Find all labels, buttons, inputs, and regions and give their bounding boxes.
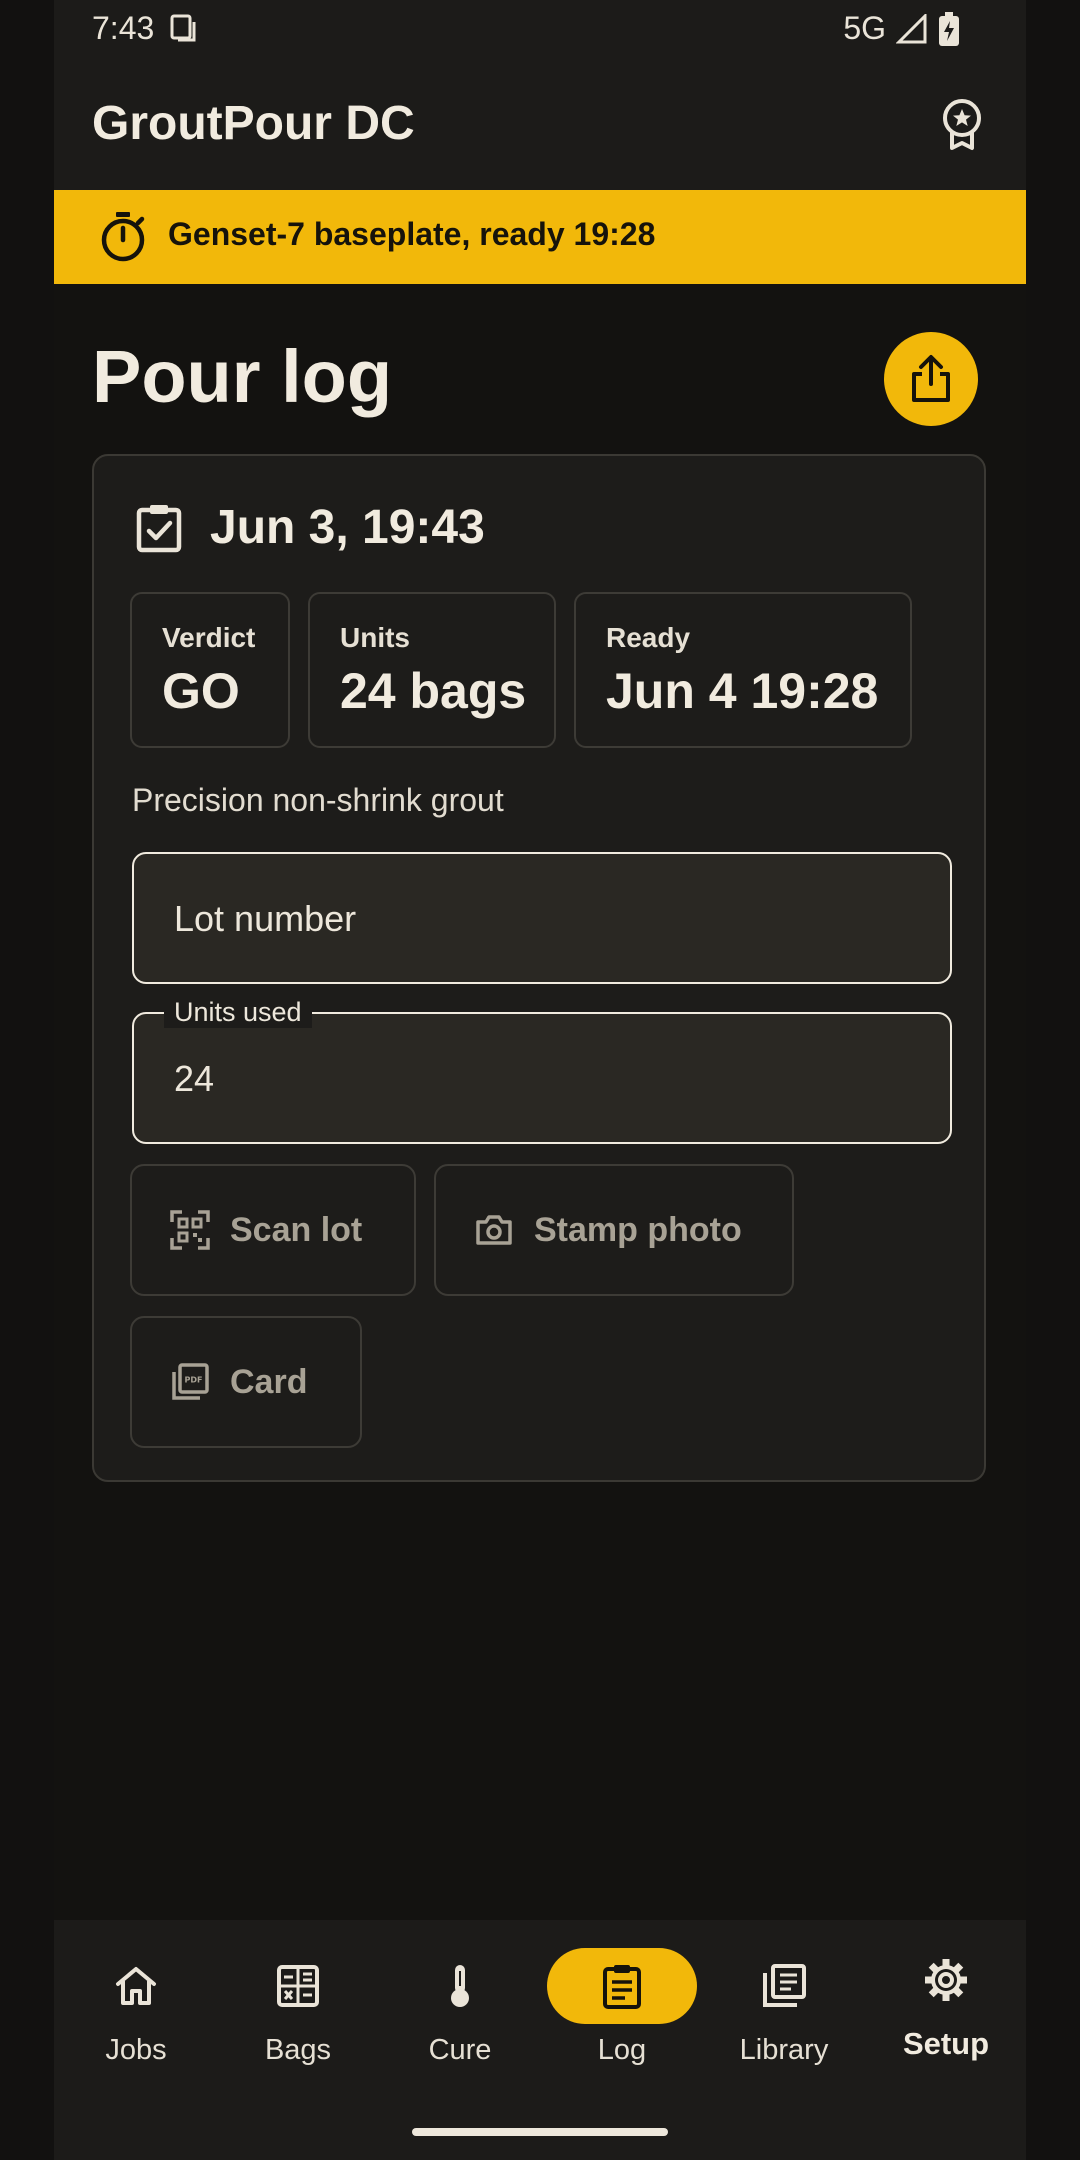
status-time: 7:43	[92, 10, 155, 46]
app-title: GroutPour DC	[92, 97, 415, 150]
library-icon	[763, 1964, 806, 2007]
nav-icon-container	[223, 1948, 373, 2024]
nav-item-log[interactable]: Log	[542, 1920, 702, 2120]
nav-icon-container	[709, 1948, 859, 2024]
camera-icon	[476, 1215, 512, 1245]
lot-number-field[interactable]: Lot number	[132, 852, 952, 984]
nav-label: Library	[739, 2034, 829, 2066]
units-used-field[interactable]: Units used 24	[132, 996, 952, 1144]
nav-icon-container	[871, 1942, 1021, 2018]
units-chip: Units 24 bags	[308, 592, 556, 748]
nav-label: Bags	[264, 2034, 332, 2066]
pour-log-entry-card: Jun 3, 19:43 Verdict GO Units 24 bags Re…	[92, 454, 986, 1482]
award-icon[interactable]	[934, 96, 990, 152]
banner-text: Genset-7 baseplate, ready 19:28	[168, 216, 656, 252]
chip-label: Units	[340, 622, 410, 653]
svg-text:PDF: PDF	[185, 1376, 203, 1385]
signal-icon	[896, 13, 927, 43]
card-label: Card	[230, 1362, 308, 1401]
stamp-photo-button[interactable]: Stamp photo	[434, 1164, 794, 1296]
status-indicators: 5G	[843, 10, 960, 47]
timer-icon	[101, 212, 145, 262]
thermometer-icon	[451, 1965, 469, 2007]
entry-date-row: Jun 3, 19:43	[134, 500, 485, 555]
chip-value: 24 bags	[340, 663, 527, 719]
pdf-icon: PDF	[172, 1363, 209, 1400]
chip-label: Ready	[606, 622, 691, 653]
entry-date: Jun 3, 19:43	[210, 501, 485, 554]
verdict-chip: Verdict GO	[130, 592, 290, 748]
nav-item-cure[interactable]: Cure	[380, 1920, 540, 2120]
gesture-handle[interactable]	[412, 2128, 668, 2136]
nav-label: Cure	[428, 2034, 492, 2066]
clipboard-check-icon	[136, 504, 182, 552]
clipboard-icon	[603, 1965, 641, 2009]
nav-label: Setup	[902, 2026, 990, 2061]
scan-lot-button[interactable]: Scan lot	[130, 1164, 416, 1296]
nav-icon-container	[385, 1948, 535, 2024]
app-frame: 7:43 5G GroutPour DC Genset-7 baseplate,…	[54, 0, 1026, 2160]
card-button[interactable]: PDF Card	[130, 1316, 362, 1448]
product-description: Precision non-shrink grout	[132, 782, 504, 818]
share-button[interactable]	[884, 332, 978, 426]
nav-item-jobs[interactable]: Jobs	[56, 1920, 216, 2120]
stamp-photo-label: Stamp photo	[534, 1210, 742, 1249]
nav-icon-container	[61, 1948, 211, 2024]
chip-label: Verdict	[162, 622, 256, 653]
nav-label: Log	[597, 2034, 647, 2066]
nav-item-library[interactable]: Library	[704, 1920, 864, 2120]
battery-charging-icon	[939, 11, 959, 46]
qr-scan-icon	[170, 1210, 210, 1250]
status-bar: 7:43 5G	[54, 0, 1026, 58]
chip-value: GO	[162, 663, 240, 719]
lot-number-placeholder: Lot number	[174, 898, 357, 939]
gear-icon	[925, 1959, 967, 2001]
chip-value: Jun 4 19:28	[606, 663, 879, 719]
nav-item-bags[interactable]: Bags	[218, 1920, 378, 2120]
nav-label: Jobs	[105, 2034, 167, 2066]
nav-icon-container-active	[547, 1948, 697, 2024]
scan-lot-label: Scan lot	[230, 1210, 363, 1249]
app-bar: GroutPour DC	[54, 58, 1026, 190]
calculator-icon	[277, 1965, 319, 2007]
units-used-label: Units used	[164, 996, 312, 1028]
sim-card-icon	[170, 14, 196, 42]
share-icon	[912, 355, 950, 402]
nav-item-setup[interactable]: Setup	[866, 1920, 1026, 2120]
home-icon	[116, 1967, 156, 2005]
bottom-navigation: Jobs Bags Cure Log Library Setup	[54, 1920, 1026, 2160]
page-title: Pour log	[92, 335, 393, 418]
active-pour-banner[interactable]: Genset-7 baseplate, ready 19:28	[54, 190, 1026, 284]
units-used-value: 24	[174, 1058, 215, 1099]
ready-chip: Ready Jun 4 19:28	[574, 592, 912, 748]
network-type: 5G	[843, 10, 886, 46]
